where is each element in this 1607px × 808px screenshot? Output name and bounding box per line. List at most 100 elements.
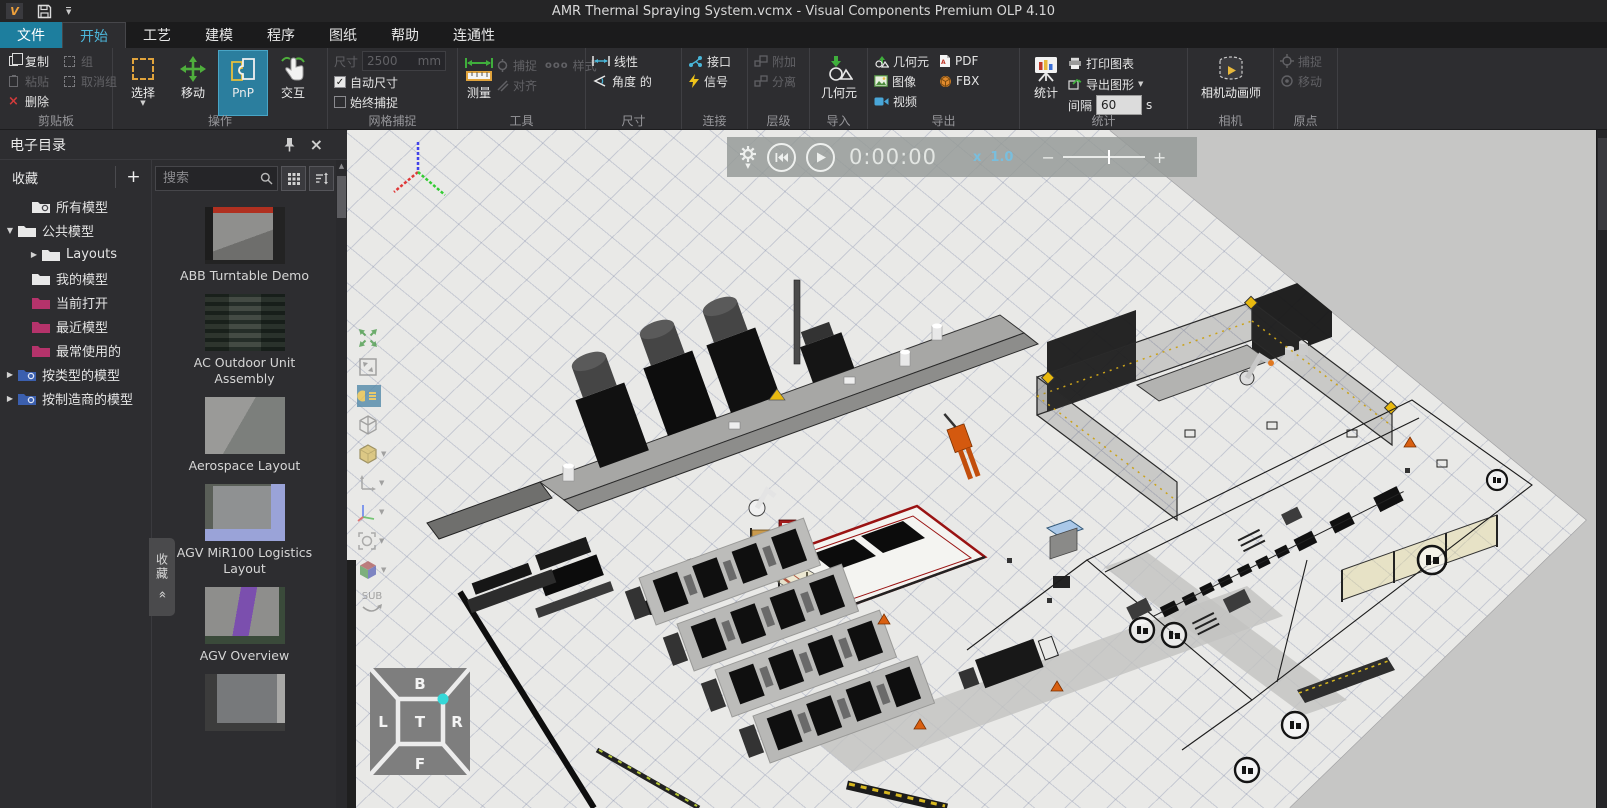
speed-slider-track[interactable]: [1063, 156, 1145, 158]
import-geometry-button[interactable]: 几何元: [816, 51, 862, 100]
delete-button[interactable]: ×删除: [6, 91, 62, 111]
export-geometry-button[interactable]: 几何元: [874, 51, 929, 71]
tree-item-models-by-type[interactable]: ▶ 按类型的模型: [0, 362, 151, 386]
navigation-cube[interactable]: B L T R F: [370, 668, 470, 775]
cube-face-right[interactable]: R: [451, 713, 463, 731]
cube-corner-marker[interactable]: [438, 694, 449, 705]
favorites-collapse-tab[interactable]: 收藏 «: [149, 538, 175, 616]
speed-decrease-button[interactable]: −: [1041, 148, 1054, 167]
cube-face-left[interactable]: L: [378, 713, 388, 731]
move-button[interactable]: 移动: [169, 51, 217, 115]
collapse-arrow-icon[interactable]: ▶: [2, 394, 18, 403]
sort-button[interactable]: [309, 166, 334, 191]
statistics-button[interactable]: 统计: [1026, 51, 1066, 115]
tree-item-most-used[interactable]: 最常使用的: [0, 338, 151, 362]
tree-item-public-models[interactable]: ▼ 公共模型: [0, 218, 151, 242]
camera-animator-button[interactable]: 相机动画师: [1194, 51, 1268, 100]
render-mode-button[interactable]: [357, 384, 387, 408]
expand-arrow-icon[interactable]: ▼: [2, 226, 18, 235]
collapse-arrow-icon[interactable]: ▶: [2, 370, 18, 379]
angular-dimension-button[interactable]: 角度 的: [592, 71, 677, 91]
print-chart-button[interactable]: 打印图表: [1068, 53, 1152, 73]
catalog-item[interactable]: AGV Overview: [165, 587, 325, 664]
view-cube-caret[interactable]: ▼: [381, 567, 386, 574]
app-logo-icon[interactable]: V: [6, 3, 23, 19]
rewind-button[interactable]: [767, 143, 796, 172]
tab-modeling[interactable]: 建模: [188, 22, 250, 48]
world-frame-caret[interactable]: ▼: [379, 509, 384, 516]
qat-customize-dropdown[interactable]: ▼: [66, 7, 71, 15]
catalog-item[interactable]: AGV MiR100 Logistics Layout: [165, 484, 325, 577]
signal-button[interactable]: 信号: [688, 71, 743, 91]
grid-view-button[interactable]: [281, 166, 306, 191]
pnp-button[interactable]: PnP: [219, 51, 267, 115]
speed-increase-button[interactable]: +: [1153, 148, 1166, 167]
interface-button[interactable]: 接口: [688, 51, 743, 71]
catalog-item[interactable]: Aerospace Layout: [165, 397, 325, 474]
tab-help[interactable]: 帮助: [374, 22, 436, 48]
always-snap-checkbox[interactable]: [334, 96, 346, 108]
origin-move-button[interactable]: 移动: [1280, 71, 1333, 91]
tree-item-models-by-manufacturer[interactable]: ▶ 按制造商的模型: [0, 386, 151, 410]
play-button[interactable]: [806, 143, 835, 172]
catalog-item[interactable]: [165, 674, 325, 735]
paste-button[interactable]: 粘贴: [6, 71, 62, 91]
tab-file[interactable]: 文件: [0, 22, 62, 48]
cube-face-back[interactable]: B: [414, 675, 425, 693]
tree-item-recent-models[interactable]: 最近模型: [0, 314, 151, 338]
copy-button[interactable]: 复制: [6, 51, 62, 71]
measure-button[interactable]: 测量: [464, 51, 494, 115]
add-collection-button[interactable]: +: [115, 166, 151, 188]
catalog-scrollbar[interactable]: ▲: [336, 160, 347, 808]
catalog-item[interactable]: AC Outdoor Unit Assembly: [165, 294, 325, 387]
frame-display-caret[interactable]: ▼: [379, 480, 384, 487]
group-button[interactable]: 组: [62, 51, 114, 71]
origin-snap-button[interactable]: 捕捉: [1280, 51, 1333, 71]
export-graph-button[interactable]: 导出图形▼: [1068, 74, 1152, 94]
scrollbar-thumb[interactable]: [337, 176, 346, 218]
export-image-button[interactable]: 图像: [874, 71, 929, 91]
wireframe-mode-button[interactable]: [357, 413, 387, 437]
tree-item-layouts[interactable]: ▶ Layouts: [0, 242, 151, 266]
world-frame-button[interactable]: ▼: [357, 500, 387, 524]
tree-item-currently-open[interactable]: 当前打开: [0, 290, 151, 314]
tree-item-my-models[interactable]: 我的模型: [0, 266, 151, 290]
frame-display-button[interactable]: ▼: [357, 471, 387, 495]
export-pdf-button[interactable]: A PDF: [939, 51, 979, 71]
tree-item-all-models[interactable]: 所有模型: [0, 194, 151, 218]
viewport-3d[interactable]: ▼ 0:00:00 x 1.0 − +: [347, 130, 1596, 808]
auto-size-checkbox[interactable]: ✓: [334, 76, 346, 88]
tab-connectivity[interactable]: 连通性: [436, 22, 512, 48]
select-button[interactable]: 选择▼: [119, 51, 167, 115]
fill-view-button[interactable]: [357, 355, 387, 379]
focus-view-caret[interactable]: ▼: [379, 538, 384, 545]
align-tool-button[interactable]: 对齐: [496, 75, 597, 95]
cube-face-top[interactable]: T: [415, 713, 426, 731]
view-cube-button[interactable]: ▼: [357, 558, 387, 582]
close-panel-icon[interactable]: ×: [310, 135, 323, 154]
pin-icon[interactable]: [282, 137, 296, 152]
attach-button[interactable]: 附加: [754, 51, 805, 71]
interact-button[interactable]: 交互: [269, 51, 317, 115]
snap-tool-button[interactable]: 捕捉: [496, 55, 537, 75]
scroll-up-icon[interactable]: ▲: [336, 162, 347, 170]
detach-button[interactable]: 分离: [754, 71, 805, 91]
sub-level-button[interactable]: SUB: [357, 587, 387, 621]
tab-drawing[interactable]: 图纸: [312, 22, 374, 48]
collapse-arrow-icon[interactable]: ▶: [26, 250, 42, 259]
shaded-mode-button[interactable]: ▼: [357, 442, 387, 466]
grid-size-input[interactable]: 2500mm: [362, 51, 446, 71]
cube-face-front[interactable]: F: [415, 755, 425, 773]
export-fbx-button[interactable]: FBX: [939, 71, 979, 91]
playback-settings-button[interactable]: ▼: [739, 145, 757, 170]
right-panel-collapsed-tab[interactable]: [1598, 138, 1607, 230]
tab-program[interactable]: 程序: [250, 22, 312, 48]
speed-slider-handle[interactable]: [1108, 150, 1111, 164]
fit-view-button[interactable]: [357, 326, 387, 350]
save-icon[interactable]: [37, 4, 52, 19]
catalog-item[interactable]: ABB Turntable Demo: [165, 207, 325, 284]
shaded-mode-caret[interactable]: ▼: [381, 451, 386, 458]
tab-process[interactable]: 工艺: [126, 22, 188, 48]
export-video-button[interactable]: 视频: [874, 91, 929, 111]
focus-view-button[interactable]: ▼: [357, 529, 387, 553]
